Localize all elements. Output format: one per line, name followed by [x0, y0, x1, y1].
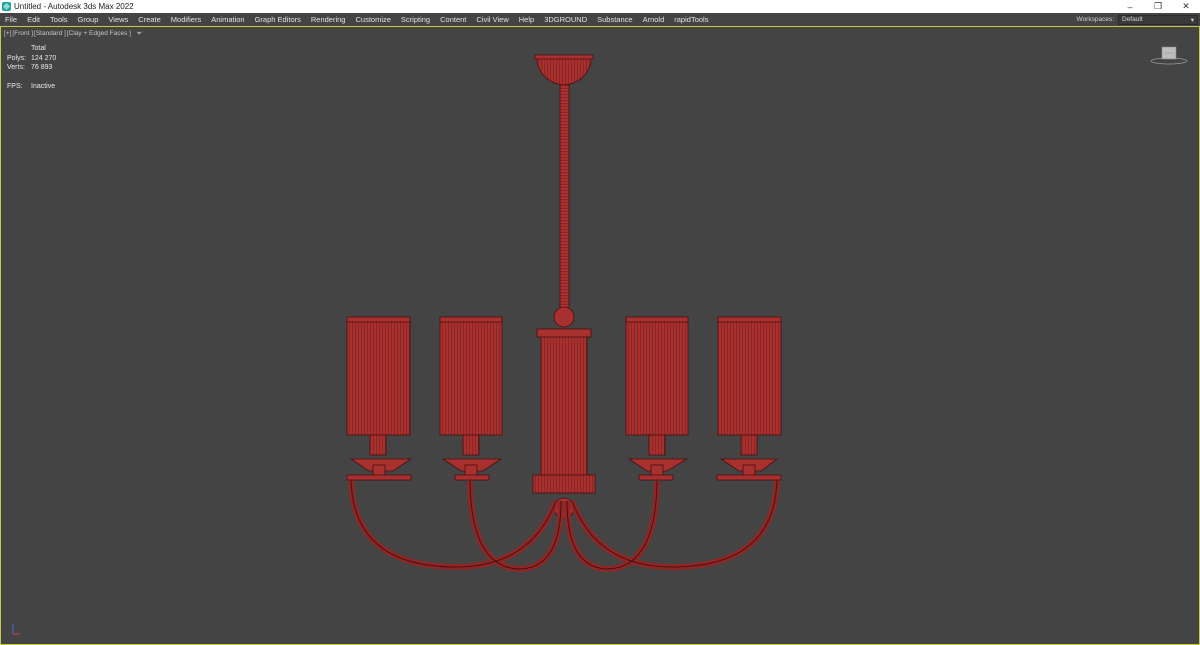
stats-header: Total [31, 45, 46, 52]
menu-3dground[interactable]: 3DGROUND [539, 15, 592, 24]
arm-outer-right [569, 478, 780, 571]
front-viewport[interactable]: [+] [Front ] [Standard ] [Clay + Edged F… [0, 26, 1200, 645]
polys-label: Polys: [7, 54, 27, 62]
viewport-menu-plus[interactable]: [+] [4, 30, 11, 37]
ceiling-cap [536, 56, 592, 86]
workspaces-value: Default [1122, 16, 1143, 23]
menu-views[interactable]: Views [103, 15, 133, 24]
fps-label: FPS: [7, 83, 23, 90]
viewport-statistics: Total Polys: 124 270 Verts: 76 893 FPS: Ina… [7, 44, 56, 92]
viewport-menu-shading-mode[interactable]: [Standard ] [34, 30, 66, 37]
minimize-button[interactable]: – [1116, 0, 1144, 13]
lamp-4 [716, 316, 782, 481]
menu-group[interactable]: Group [73, 15, 104, 24]
3dsmax-app-icon [2, 2, 11, 11]
workspaces-dropdown[interactable]: Default ▾ [1118, 14, 1198, 25]
column-base [532, 474, 596, 494]
viewport-menu-display-mode[interactable]: [Clay + Edged Faces ] [67, 30, 131, 37]
title-bar: Untitled - Autodesk 3ds Max 2022 – ❐ ✕ [0, 0, 1200, 13]
chandelier-model [346, 54, 782, 573]
menu-edit[interactable]: Edit [22, 15, 45, 24]
menu-help[interactable]: Help [514, 15, 539, 24]
menu-customize[interactable]: Customize [350, 15, 395, 24]
menu-create[interactable]: Create [133, 15, 166, 24]
menu-file[interactable]: File [0, 15, 22, 24]
restore-button[interactable]: ❐ [1144, 0, 1172, 13]
close-button[interactable]: ✕ [1172, 0, 1200, 13]
viewport-menu-point-of-view[interactable]: [Front ] [12, 30, 33, 37]
verts-value: 76 893 [31, 64, 53, 71]
menu-bar: File Edit Tools Group Views Create Modif… [0, 13, 1200, 26]
fps-value: Inactive [31, 83, 56, 90]
hanging-rod [559, 84, 570, 310]
lamp-3 [625, 316, 689, 481]
menu-tools[interactable]: Tools [45, 15, 73, 24]
menu-arnold[interactable]: Arnold [638, 15, 670, 24]
menu-content[interactable]: Content [435, 15, 471, 24]
chevron-down-icon: ▾ [1190, 16, 1194, 24]
viewport-label: [+] [Front ] [Standard ] [Clay + Edged F… [4, 30, 142, 38]
lamp-1 [346, 316, 413, 481]
menu-rendering[interactable]: Rendering [306, 15, 351, 24]
menu-substance[interactable]: Substance [592, 15, 637, 24]
menu-modifiers[interactable]: Modifiers [166, 15, 206, 24]
menu-scripting[interactable]: Scripting [396, 15, 435, 24]
workspaces-selector: Workspaces: Default ▾ [1077, 13, 1200, 26]
app-window: Untitled - Autodesk 3ds Max 2022 – ❐ ✕ F… [0, 0, 1200, 645]
central-column [540, 328, 588, 478]
polys-value: 124 270 [31, 54, 57, 62]
ceiling-cap-rim [534, 54, 594, 60]
menu-rapidtools[interactable]: rapidTools [669, 15, 713, 24]
menu-graph-editors[interactable]: Graph Editors [250, 15, 306, 24]
window-title: Untitled - Autodesk 3ds Max 2022 [14, 2, 134, 11]
top-sphere [553, 306, 575, 328]
lamp-2 [439, 316, 503, 481]
axis-tripod-icon [12, 624, 20, 635]
column-collar [536, 328, 592, 338]
arm-outer-left [348, 478, 559, 571]
workspaces-label: Workspaces: [1076, 16, 1114, 23]
verts-label: Verts: [7, 64, 25, 71]
viewcube-icon[interactable] [1149, 45, 1189, 65]
menu-animation[interactable]: Animation [206, 15, 249, 24]
funnel-icon[interactable]: ⏷ [136, 30, 142, 38]
menu-civil-view[interactable]: Civil View [471, 15, 513, 24]
